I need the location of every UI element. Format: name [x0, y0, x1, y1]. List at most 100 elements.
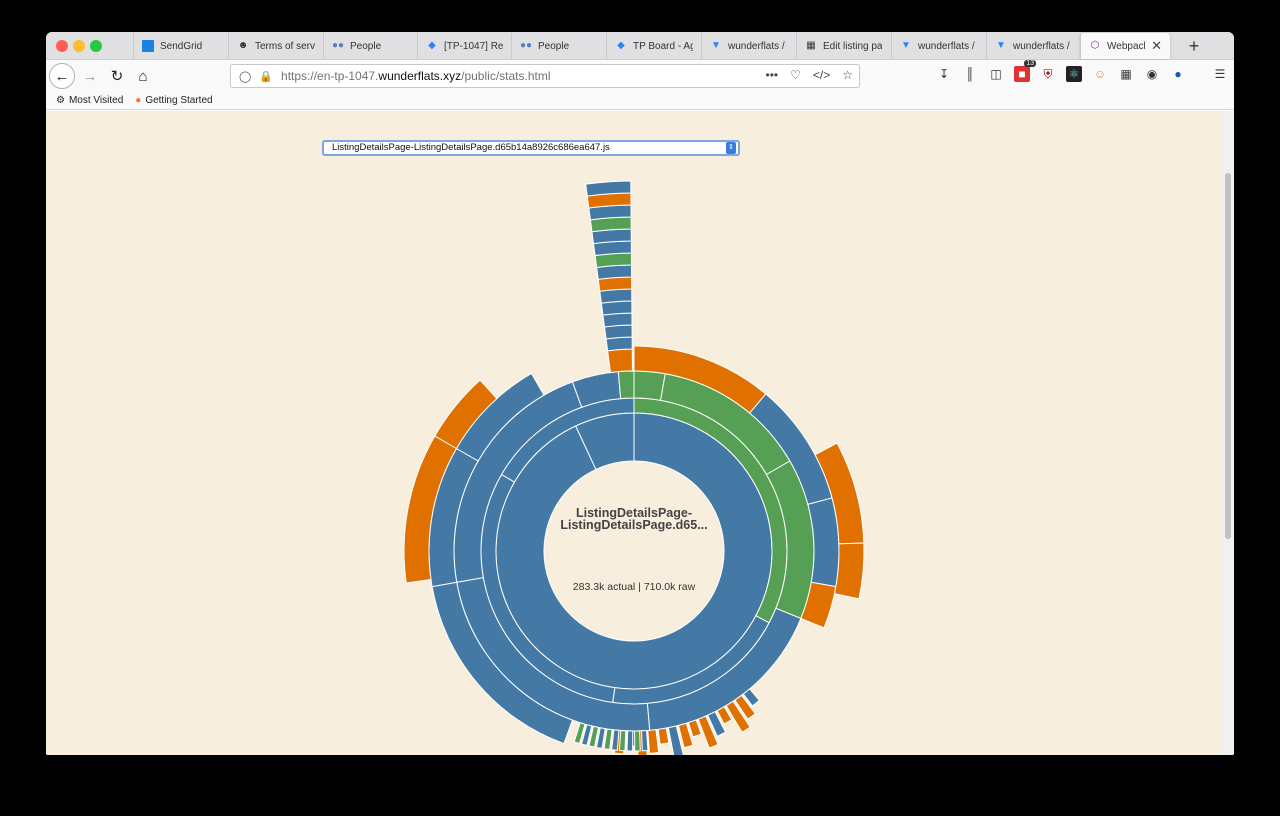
gear-icon: ⚙ [56, 95, 65, 106]
jira-icon: ◆ [428, 40, 436, 51]
ublock-icon[interactable]: ⛨ [1040, 66, 1056, 82]
home-icon: ⌂ [138, 67, 148, 85]
sunburst-segment[interactable] [603, 728, 613, 751]
scrollbar-thumb[interactable] [1225, 173, 1231, 539]
tab-terms[interactable]: ☻ Terms of serv [228, 33, 323, 59]
menu-icon[interactable]: ☰ [1212, 66, 1228, 82]
url-bar[interactable]: ◯ 🔒 https://en-tp-1047.wunderflats.xyz/p… [230, 64, 860, 88]
sunburst-segment[interactable] [618, 729, 627, 752]
tab-title: wunderflats / [1013, 40, 1070, 52]
new-tab-button[interactable]: + [1182, 34, 1206, 58]
sunburst-segment[interactable] [626, 730, 634, 752]
url-text: https://en-tp-1047.wunderflats.xyz/publi… [281, 69, 550, 83]
close-window-button[interactable] [56, 40, 68, 52]
shield-icon: ◯ [239, 70, 252, 83]
sunburst-center-title: ListingDetailsPage- ListingDetailsPage.d… [526, 507, 742, 532]
forward-button[interactable]: → [77, 63, 103, 89]
sunburst-segment[interactable] [641, 730, 649, 752]
bookmark-label: Getting Started [145, 95, 213, 106]
navigation-bar: ← → ↻ ⌂ ◯ 🔒 https://en-tp-1047.wunderfla… [46, 60, 1234, 92]
tab-title: TP Board - Ag [633, 40, 693, 52]
people-icon: ●● [520, 40, 533, 51]
devtools-icon[interactable]: </> [813, 68, 830, 82]
sendgrid-icon [142, 40, 154, 52]
center-title-line-2: ListingDetailsPage.d65... [560, 518, 708, 532]
sunburst-segment[interactable] [634, 730, 641, 752]
sunburst-segment-spike[interactable] [607, 348, 633, 374]
sunburst-segment[interactable] [617, 370, 635, 400]
arrow-right-icon: → [82, 67, 98, 85]
sunburst-segment[interactable] [657, 727, 670, 745]
firefox-icon: ● [135, 95, 142, 106]
sidebar-icon[interactable]: ◫ [988, 66, 1004, 82]
url-prefix: https://en-tp-1047. [281, 69, 379, 83]
tab-people-2[interactable]: ●● People [511, 33, 606, 59]
sunburst-segment[interactable] [611, 729, 620, 751]
vpn-extension-icon[interactable]: ● [1170, 66, 1186, 82]
tab-webpack[interactable]: ⬡ Webpack ✕ [1080, 33, 1170, 59]
bitbucket-icon: ▼ [996, 40, 1006, 51]
lock-icon: 🔒 [259, 70, 274, 83]
sunburst-segment[interactable] [833, 542, 865, 600]
react-devtools-icon[interactable]: ⚛ [1066, 66, 1082, 82]
grid-extension-icon[interactable]: ▦ [1118, 66, 1134, 82]
sunburst-segment[interactable] [633, 370, 666, 401]
arrow-left-icon: ← [54, 67, 70, 85]
tab-jira-issue[interactable]: ◆ [TP-1047] Re [417, 33, 511, 59]
tab-title: Webpack [1107, 40, 1146, 52]
extension-badge: 13 [1024, 60, 1036, 67]
sunburst-center-stats: 283.3k actual | 710.0k raw [572, 581, 696, 593]
sunburst-chart[interactable] [46, 111, 1222, 755]
jira-icon: ◆ [617, 40, 625, 51]
tab-title: Edit listing pa [823, 40, 883, 52]
tab-wunderflats-3[interactable]: ▼ wunderflats / [986, 33, 1080, 59]
bookmark-label: Most Visited [68, 95, 124, 106]
back-button[interactable]: ← [49, 63, 75, 89]
close-tab-icon[interactable]: ✕ [1151, 38, 1162, 54]
webpack-icon: ⬡ [1090, 40, 1100, 51]
face-extension-icon[interactable]: ☺ [1092, 66, 1108, 82]
tab-sendgrid[interactable]: SendGrid [133, 33, 228, 59]
account-icon[interactable]: ◉ [1144, 66, 1160, 82]
library-icon[interactable]: ║ [962, 66, 978, 82]
sunburst-segment[interactable] [647, 729, 660, 754]
bookmark-getting-started[interactable]: ● Getting Started [135, 95, 212, 106]
tab-edit-listing[interactable]: ▦ Edit listing pa [796, 33, 891, 59]
sunburst-segment-spike[interactable] [603, 324, 633, 340]
tab-title: Terms of serv [255, 40, 315, 52]
toolbar-icons: ↧ ║ ◫ ■ 13 ⛨ ⚛ ☺ ▦ ◉ ● ☰ [936, 60, 1228, 82]
sunburst-segment-spike[interactable] [602, 312, 633, 328]
reload-button[interactable]: ↻ [104, 63, 130, 89]
tab-title: [TP-1047] Re [444, 40, 503, 52]
zoom-window-button[interactable] [90, 40, 102, 52]
tab-title: SendGrid [160, 40, 203, 52]
url-path: /public/stats.html [461, 69, 551, 83]
checkered-flag-icon: ▦ [806, 40, 816, 51]
bookmark-star-icon[interactable]: ☆ [842, 68, 853, 82]
more-actions-icon[interactable]: ••• [766, 68, 779, 82]
url-host: wunderflats.xyz [378, 69, 462, 83]
bookmarks-bar: ⚙ Most Visited ● Getting Started [46, 92, 1234, 110]
page-content: ListingDetailsPage-ListingDetailsPage.d6… [46, 111, 1222, 755]
pocket-icon[interactable]: ♡ [790, 68, 801, 82]
tab-wunderflats-2[interactable]: ▼ wunderflats / [891, 33, 986, 59]
bitbucket-icon: ▼ [901, 40, 911, 51]
reload-icon: ↻ [110, 68, 124, 85]
tab-tp-board[interactable]: ◆ TP Board - Ag [606, 33, 701, 59]
bitbucket-icon: ▼ [711, 40, 721, 51]
sunburst-segment-spike[interactable] [605, 336, 633, 352]
tab-people-1[interactable]: ●● People [323, 33, 417, 59]
download-icon[interactable]: ↧ [936, 66, 952, 82]
people-icon: ●● [332, 40, 345, 51]
vertical-scrollbar[interactable] [1222, 111, 1234, 755]
tab-wunderflats-1[interactable]: ▼ wunderflats / [701, 33, 796, 59]
home-button[interactable]: ⌂ [130, 63, 156, 89]
browser-window: SendGrid ☻ Terms of serv ●● People ◆ [TP… [46, 32, 1234, 755]
avatar-icon: ☻ [237, 40, 249, 51]
sunburst-segment-spike[interactable] [600, 300, 633, 316]
extension-calendar-icon[interactable]: ■ 13 [1014, 60, 1036, 82]
bookmark-most-visited[interactable]: ⚙ Most Visited [56, 95, 123, 106]
tab-title: People [538, 40, 570, 52]
minimize-window-button[interactable] [73, 40, 85, 52]
tab-title: wunderflats / [728, 40, 785, 52]
